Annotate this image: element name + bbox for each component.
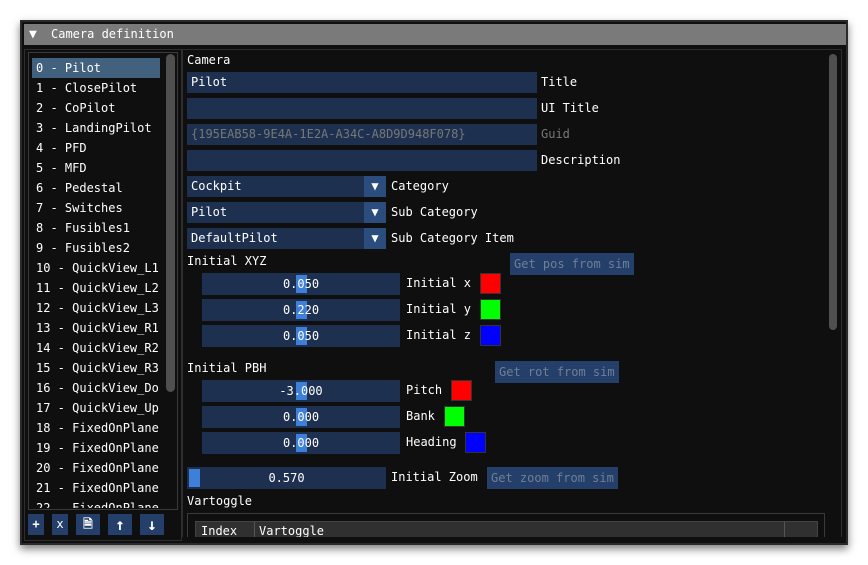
- collapse-triangle-icon[interactable]: ▼: [29, 24, 37, 45]
- title-label: Title: [541, 75, 578, 89]
- initial-pbh-label: Initial PBH: [187, 361, 267, 375]
- initial-zoom-slider[interactable]: 0.570: [187, 467, 386, 489]
- heading-slider[interactable]: 0.000: [202, 432, 400, 454]
- vartoggle-label: Vartoggle: [187, 494, 253, 508]
- details-scrollbar[interactable]: [829, 54, 837, 330]
- chevron-down-icon[interactable]: ▼: [364, 176, 386, 197]
- guid-input: {195EAB58-9E4A-1E2A-A34C-A8D9D948F078}: [187, 124, 537, 145]
- initial-xyz-label: Initial XYZ: [187, 254, 267, 268]
- get-pos-from-sim-button[interactable]: Get pos from sim: [510, 253, 634, 275]
- subcategory-item-label: Sub Category Item: [391, 231, 514, 245]
- copy-camera-button[interactable]: 🗎: [76, 514, 100, 535]
- category-dropdown[interactable]: Cockpit: [187, 176, 364, 197]
- x-value: 0.050: [282, 277, 320, 291]
- move-up-button[interactable]: ↑: [108, 514, 132, 535]
- guid-label: Guid: [541, 127, 570, 141]
- vartoggle-table-header: Index Vartoggle: [195, 521, 818, 537]
- bank-label: Bank: [406, 409, 435, 423]
- arrow-up-icon: ↑: [115, 515, 125, 534]
- arrow-down-icon: ↓: [147, 515, 157, 534]
- chevron-down-icon[interactable]: ▼: [364, 202, 386, 223]
- x-slider[interactable]: 0.050: [202, 273, 400, 295]
- y-label: Initial y: [406, 302, 472, 316]
- heading-label: Heading: [406, 435, 457, 449]
- move-down-button[interactable]: ↓: [140, 514, 164, 535]
- subcategory-label: Sub Category: [391, 205, 478, 219]
- category-label: Category: [391, 179, 449, 193]
- pitch-slider[interactable]: -3.000: [202, 380, 400, 402]
- bank-slider[interactable]: 0.000: [202, 406, 400, 428]
- z-color-swatch[interactable]: [480, 325, 501, 346]
- copy-icon: 🗎: [83, 517, 93, 531]
- z-slider[interactable]: 0.050: [202, 325, 400, 347]
- zoom-value: 0.570: [268, 471, 305, 485]
- x-color-swatch[interactable]: [480, 273, 501, 294]
- column-header-vartoggle[interactable]: Vartoggle: [259, 524, 324, 537]
- subcategory-dropdown[interactable]: Pilot: [187, 202, 364, 223]
- x-label: Initial x: [406, 276, 472, 290]
- y-value: 0.220: [282, 303, 320, 317]
- column-header-index[interactable]: Index: [201, 524, 237, 537]
- remove-camera-button[interactable]: x: [52, 514, 68, 535]
- description-input[interactable]: [187, 150, 537, 171]
- title-input[interactable]: Pilot: [187, 72, 537, 93]
- add-camera-button[interactable]: +: [28, 514, 44, 535]
- camera-section-label: Camera: [187, 53, 231, 67]
- get-rot-from-sim-button[interactable]: Get rot from sim: [495, 361, 619, 383]
- y-slider[interactable]: 0.220: [202, 299, 400, 321]
- bank-color-swatch[interactable]: [444, 406, 465, 427]
- subcategory-item-dropdown[interactable]: DefaultPilot: [187, 228, 364, 249]
- ui-title-label: UI Title: [541, 101, 599, 115]
- chevron-down-icon[interactable]: ▼: [364, 228, 386, 249]
- window-title-bar[interactable]: ▼ Camera definition: [24, 24, 846, 45]
- description-label: Description: [541, 153, 621, 167]
- bank-value: 0.000: [282, 410, 320, 424]
- slider-grab[interactable]: [189, 469, 200, 487]
- pitch-value: -3.000: [279, 384, 323, 398]
- heading-color-swatch[interactable]: [465, 432, 486, 453]
- heading-value: 0.000: [282, 436, 320, 450]
- get-zoom-from-sim-button[interactable]: Get zoom from sim: [487, 467, 618, 489]
- z-value: 0.050: [282, 329, 320, 343]
- y-color-swatch[interactable]: [480, 299, 501, 320]
- ui-title-input[interactable]: [187, 98, 537, 119]
- z-label: Initial z: [406, 328, 472, 342]
- window-title: Camera definition: [51, 27, 174, 41]
- pitch-color-swatch[interactable]: [451, 380, 472, 401]
- initial-zoom-label: Initial Zoom: [391, 470, 478, 484]
- pitch-label: Pitch: [406, 383, 443, 397]
- left-column: [24, 49, 182, 541]
